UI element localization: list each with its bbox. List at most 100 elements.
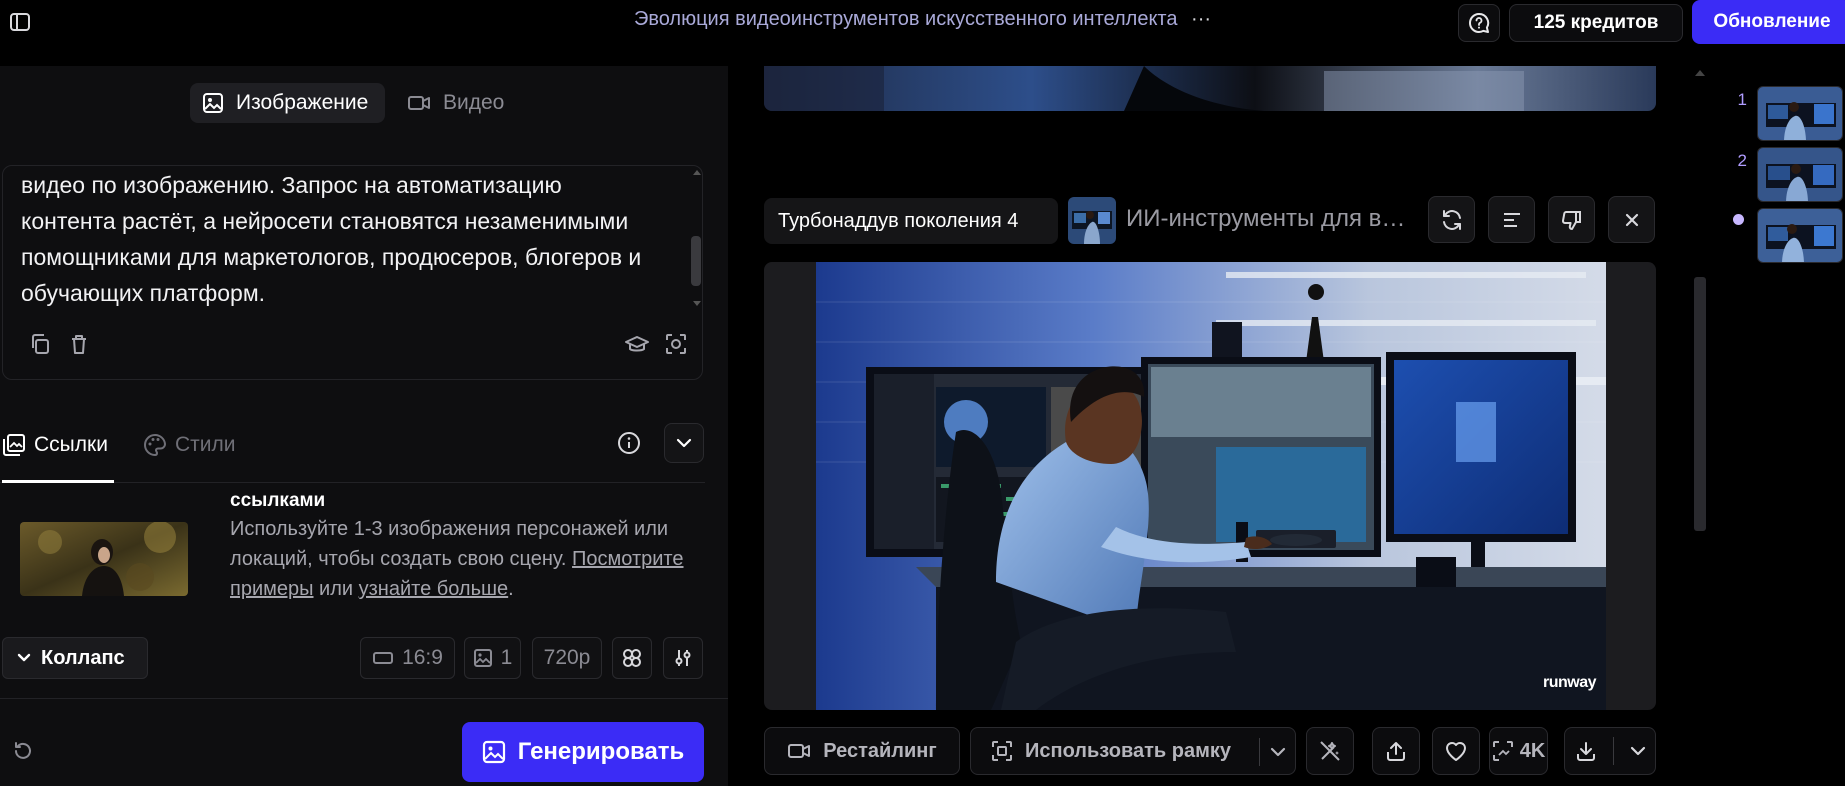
sliders-icon xyxy=(675,650,691,666)
aspect-ratio-icon xyxy=(373,652,394,664)
references-period: . xyxy=(508,578,514,600)
generated-image[interactable]: runway xyxy=(816,262,1606,710)
more-options-icon[interactable]: ··· xyxy=(1191,8,1211,30)
runway-watermark: runway xyxy=(1542,674,1597,691)
chevron-down-icon xyxy=(17,653,31,662)
scroll-up-arrow[interactable] xyxy=(693,170,701,175)
feedback-button[interactable] xyxy=(1458,4,1500,42)
chevron-down-icon[interactable] xyxy=(1265,740,1291,764)
download-button[interactable] xyxy=(1564,727,1656,775)
restyle-button[interactable]: Рестайлинг xyxy=(764,727,960,775)
tab-references[interactable]: Ссылки xyxy=(2,425,108,465)
scan-face-icon[interactable] xyxy=(662,331,690,357)
chat-bubble-icon xyxy=(1469,12,1490,33)
video-camera-icon xyxy=(788,744,811,758)
info-icon[interactable] xyxy=(614,428,644,458)
refresh-icon xyxy=(1442,209,1461,230)
history-thumbnail[interactable] xyxy=(1757,208,1843,263)
image-icon xyxy=(473,649,492,667)
tab-references-label: Ссылки xyxy=(34,433,108,456)
credits-button[interactable]: 125 кредитов xyxy=(1509,4,1683,42)
upgrade-button[interactable]: Обновление xyxy=(1692,0,1845,44)
prompt-textarea[interactable]: функции — это автоматическое создание ви… xyxy=(2,165,703,380)
reset-icon[interactable] xyxy=(10,738,36,764)
close-button[interactable] xyxy=(1608,196,1655,243)
trash-icon[interactable] xyxy=(66,331,92,357)
settings-adjust-button[interactable] xyxy=(663,637,703,679)
image-icon xyxy=(203,93,223,113)
model-badge: Турбонаддув поколения 4 xyxy=(764,198,1058,244)
tab-video-label: Видео xyxy=(443,91,505,114)
heart-icon xyxy=(1446,742,1466,761)
prompt-scrollbar[interactable] xyxy=(691,236,701,286)
current-indicator-dot xyxy=(1733,214,1744,225)
reference-thumbnail[interactable] xyxy=(20,522,188,596)
generate-button[interactable]: Генерировать xyxy=(462,722,704,782)
images-icon xyxy=(3,434,25,456)
learn-more-link[interactable]: узнайте больше xyxy=(359,578,509,600)
references-heading: ссылками xyxy=(230,490,326,506)
history-number: 1 xyxy=(1737,90,1747,109)
use-frame-button[interactable]: Использовать рамку xyxy=(970,727,1296,775)
feed-scrollbar[interactable] xyxy=(1694,277,1706,531)
align-left-icon xyxy=(1503,212,1520,227)
history-thumbnail[interactable] xyxy=(1757,86,1843,141)
generation-frame: runway xyxy=(764,262,1656,710)
dislike-button[interactable] xyxy=(1548,196,1595,243)
share-button[interactable] xyxy=(1372,727,1420,775)
tab-image[interactable]: Изображение xyxy=(190,83,385,123)
scroll-up-arrow[interactable] xyxy=(1695,70,1705,76)
image-count-button[interactable]: 1 xyxy=(464,637,521,679)
image-icon xyxy=(482,740,505,764)
references-or: или xyxy=(313,578,359,600)
tab-styles[interactable]: Стили xyxy=(143,425,236,465)
prompt-text[interactable]: функции — это автоматическое создание ви… xyxy=(21,166,661,311)
download-icon xyxy=(1576,742,1595,761)
reuse-button[interactable] xyxy=(1428,196,1475,243)
graduation-cap-icon[interactable] xyxy=(623,331,651,357)
remove-tool-button[interactable] xyxy=(1306,727,1354,775)
tab-video[interactable]: Видео xyxy=(395,83,525,123)
previous-generation-image[interactable] xyxy=(764,66,1656,111)
generation-title[interactable]: ИИ-инструменты для видеомонтажа xyxy=(1126,205,1418,233)
aspect-ratio-button[interactable]: 16:9 xyxy=(360,637,455,679)
close-icon xyxy=(1625,213,1638,226)
expand-button[interactable] xyxy=(664,423,704,463)
chevron-down-icon[interactable] xyxy=(1630,746,1646,756)
wand-off-icon xyxy=(1320,741,1340,761)
tab-styles-label: Стили xyxy=(175,433,236,456)
chevron-down-icon xyxy=(676,438,692,448)
frame-icon xyxy=(992,741,1012,761)
image-count-value: 1 xyxy=(500,646,513,669)
palette-icon xyxy=(144,433,167,457)
resolution-button[interactable]: 720p xyxy=(532,637,602,679)
generation-thumbnail[interactable] xyxy=(1068,197,1116,244)
upscale-icon xyxy=(1492,741,1513,761)
aspect-ratio-value: 16:9 xyxy=(402,646,443,669)
scroll-down-arrow[interactable] xyxy=(693,301,701,306)
clover-icon xyxy=(623,649,641,667)
style-button[interactable] xyxy=(612,637,652,679)
share-icon xyxy=(1387,742,1405,761)
generate-label: Генерировать xyxy=(517,738,685,765)
history-thumbnail[interactable] xyxy=(1757,147,1843,202)
button-separator xyxy=(1612,737,1614,765)
use-frame-label: Использовать рамку xyxy=(1025,739,1232,762)
copy-icon[interactable] xyxy=(27,331,53,357)
resolution-value: 720p xyxy=(543,646,591,669)
thumbs-down-icon xyxy=(1561,210,1581,230)
details-button[interactable] xyxy=(1488,196,1535,243)
restyle-label: Рестайлинг xyxy=(823,739,937,762)
references-description: Используйте 1-3 изображения персонажей и… xyxy=(230,514,700,604)
title-text[interactable]: Эволюция видеоинструментов искусственног… xyxy=(634,8,1178,30)
favorite-button[interactable] xyxy=(1432,727,1480,775)
tab-image-label: Изображение xyxy=(236,91,369,114)
active-tab-indicator xyxy=(2,480,114,483)
history-number: 2 xyxy=(1737,151,1747,170)
upscale-label: 4K xyxy=(1519,739,1546,762)
button-separator xyxy=(1259,738,1260,766)
upscale-4k-button[interactable]: 4K xyxy=(1489,727,1548,775)
video-camera-icon xyxy=(408,96,430,110)
bottom-divider xyxy=(0,698,728,699)
collapse-button[interactable]: Коллапс xyxy=(2,637,148,679)
